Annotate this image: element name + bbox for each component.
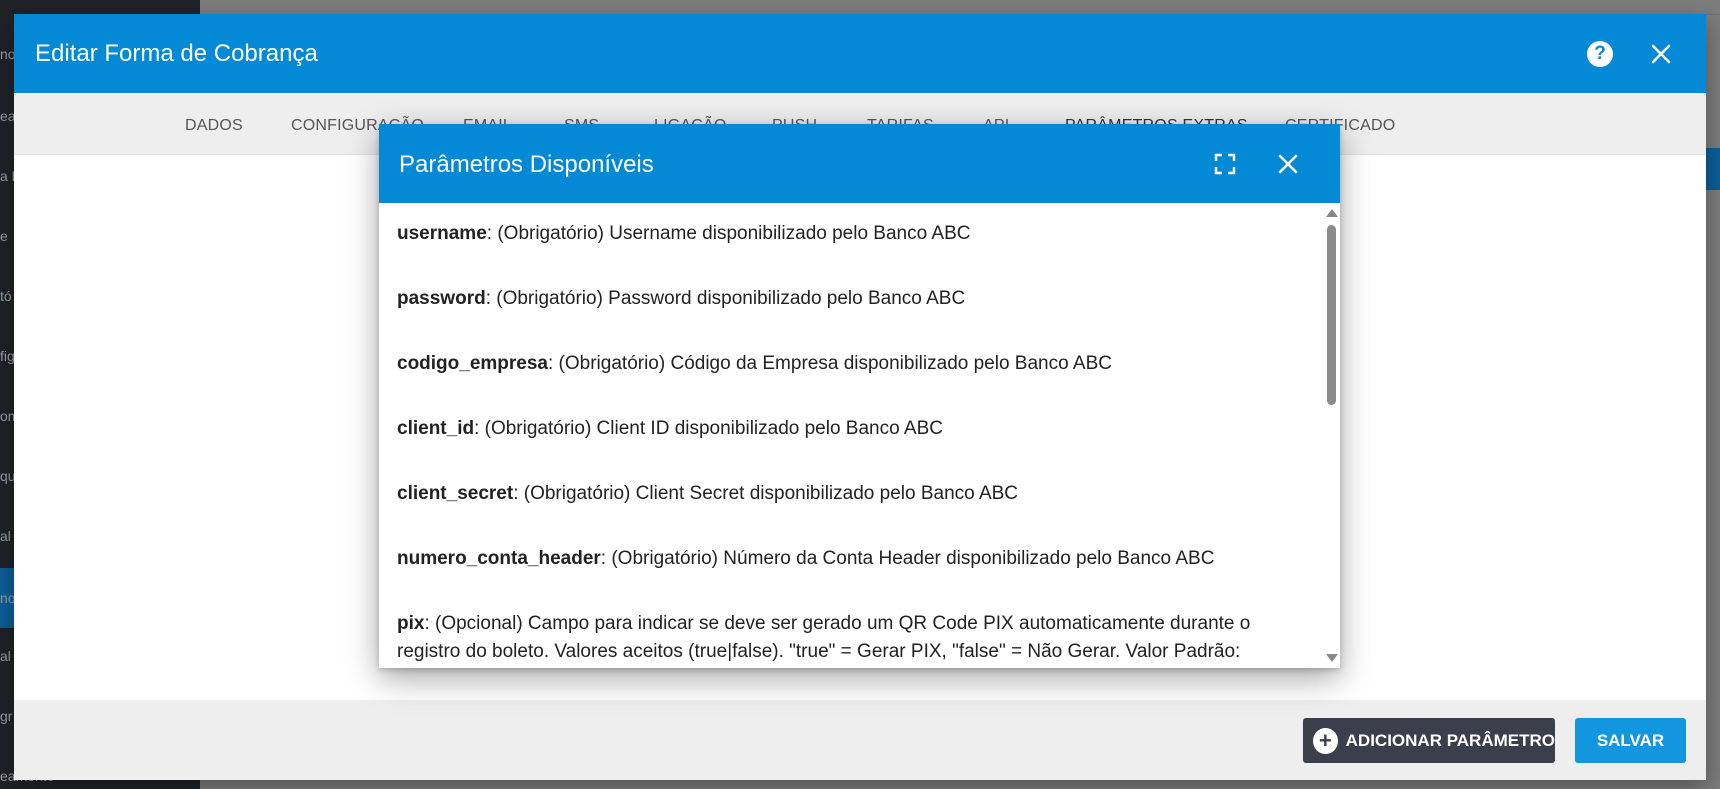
scroll-down-arrow-icon[interactable] — [1326, 654, 1338, 662]
dialog-title: Editar Forma de Cobrança — [35, 40, 318, 67]
param-desc: : (Obrigatório) Password disponibilizado… — [485, 288, 966, 309]
close-icon[interactable] — [1646, 39, 1676, 69]
add-parameter-button[interactable]: + ADICIONAR PARÂMETRO — [1303, 718, 1555, 763]
param-key: username — [397, 223, 487, 244]
add-parameter-label: ADICIONAR PARÂMETRO — [1345, 730, 1555, 750]
param-desc: : (Obrigatório) Número da Conta Header d… — [600, 548, 1215, 569]
param-desc: : (Obrigatório) Client Secret disponibil… — [513, 483, 1019, 504]
list-item: numero_conta_header: (Obrigatório) Númer… — [397, 545, 1305, 573]
scrollbar[interactable] — [1323, 203, 1340, 668]
sub-dialog-title: Parâmetros Disponíveis — [399, 151, 654, 178]
list-item: client_secret: (Obrigatório) Client Secr… — [397, 480, 1305, 508]
param-key: client_id — [397, 418, 475, 439]
list-item: username: (Obrigatório) Username disponi… — [397, 220, 1305, 248]
param-key: pix — [397, 613, 425, 634]
dialog-footer: + ADICIONAR PARÂMETRO SALVAR — [14, 700, 1706, 780]
plus-circle-icon: + — [1313, 727, 1338, 754]
scroll-thumb[interactable] — [1327, 225, 1336, 405]
list-item: password: (Obrigatório) Password disponi… — [397, 285, 1305, 313]
param-desc: : (Obrigatório) Código da Empresa dispon… — [548, 353, 1112, 374]
help-icon[interactable]: ? — [1587, 41, 1613, 67]
sub-dialog-header: Parâmetros Disponíveis — [379, 124, 1340, 203]
save-button[interactable]: SALVAR — [1575, 718, 1686, 763]
param-key: password — [397, 288, 486, 309]
param-desc: : (Obrigatório) Username disponibilizado… — [486, 223, 971, 244]
tab-dados[interactable]: DADOS — [185, 93, 243, 155]
available-parameters-dialog: Parâmetros Disponíveis username: (Obriga… — [379, 124, 1340, 668]
list-item: client_id: (Obrigatório) Client ID dispo… — [397, 415, 1305, 443]
fullscreen-icon[interactable] — [1213, 152, 1237, 176]
param-key: client_secret — [397, 483, 514, 504]
param-desc: : (Opcional) Campo para indicar se deve … — [397, 613, 1251, 662]
parameters-list: username: (Obrigatório) Username disponi… — [379, 203, 1323, 668]
dialog-header: Editar Forma de Cobrança ? — [14, 14, 1706, 93]
param-key: codigo_empresa — [397, 353, 548, 374]
close-icon[interactable] — [1274, 150, 1302, 178]
list-item: pix: (Opcional) Campo para indicar se de… — [397, 610, 1305, 666]
param-desc: : (Obrigatório) Client ID disponibilizad… — [474, 418, 943, 439]
scroll-up-arrow-icon[interactable] — [1326, 209, 1338, 217]
param-key: numero_conta_header — [397, 548, 601, 569]
list-item: codigo_empresa: (Obrigatório) Código da … — [397, 350, 1305, 378]
